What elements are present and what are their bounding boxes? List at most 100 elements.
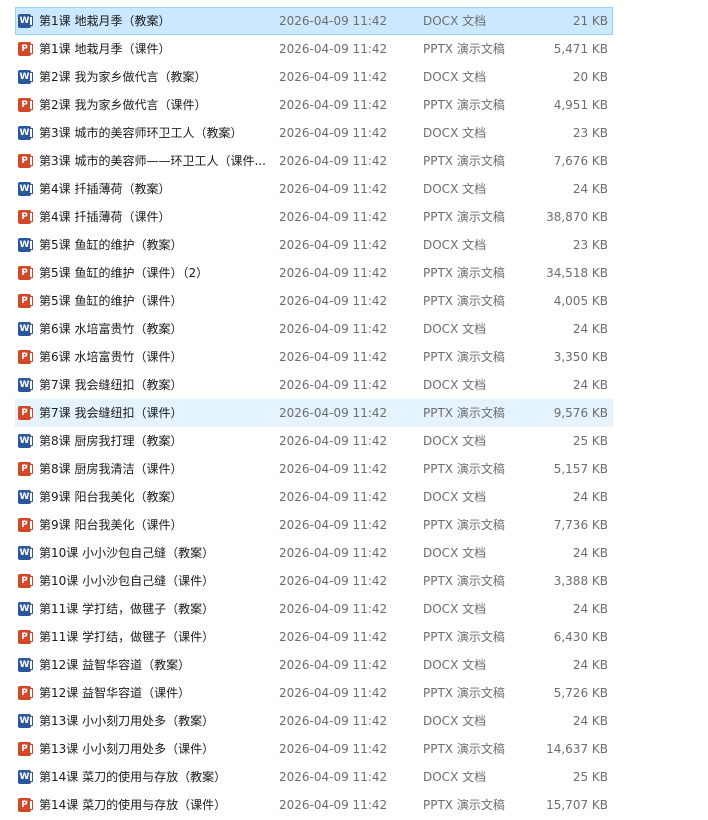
file-type: DOCX 文档	[423, 126, 487, 140]
file-row[interactable]: W 第5课 鱼缸的维护（教案） 2026-04-09 11:42 DOCX 文档…	[15, 231, 613, 259]
file-size: 24 KB	[572, 490, 608, 504]
file-type: DOCX 文档	[423, 770, 487, 784]
file-name: 第11课 学打结，做毽子（课件）	[39, 630, 215, 644]
file-row[interactable]: W 第13课 小小刻刀用处多（教案） 2026-04-09 11:42 DOCX…	[15, 707, 613, 735]
file-name: 第9课 阳台我美化（教案）	[39, 490, 183, 504]
powerpoint-document-icon: P	[18, 462, 33, 476]
file-size: 24 KB	[572, 182, 608, 196]
file-date-modified: 2026-04-09 11:42	[279, 266, 388, 280]
file-row[interactable]: W 第11课 学打结，做毽子（教案） 2026-04-09 11:42 DOCX…	[15, 595, 613, 623]
file-row[interactable]: P 第5课 鱼缸的维护（课件） 2026-04-09 11:42 PPTX 演示…	[15, 287, 613, 315]
file-date-modified: 2026-04-09 11:42	[279, 602, 388, 616]
word-document-icon: W	[18, 14, 33, 28]
file-row[interactable]: W 第14课 菜刀的使用与存放（教案） 2026-04-09 11:42 DOC…	[15, 763, 613, 791]
powerpoint-document-icon: P	[18, 574, 33, 588]
file-size: 14,637 KB	[546, 742, 608, 756]
file-date-modified: 2026-04-09 11:42	[279, 630, 388, 644]
file-name: 第1课 地栽月季（教案）	[39, 14, 171, 28]
file-row[interactable]: W 第9课 阳台我美化（教案） 2026-04-09 11:42 DOCX 文档…	[15, 483, 613, 511]
file-type: PPTX 演示文稿	[423, 686, 505, 700]
file-row[interactable]: W 第8课 厨房我打理（教案） 2026-04-09 11:42 DOCX 文档…	[15, 427, 613, 455]
file-date-modified: 2026-04-09 11:42	[279, 14, 388, 28]
file-row[interactable]: P 第8课 厨房我清洁（课件） 2026-04-09 11:42 PPTX 演示…	[15, 455, 613, 483]
word-document-icon: W	[18, 434, 33, 448]
file-date-modified: 2026-04-09 11:42	[279, 434, 388, 448]
file-name: 第9课 阳台我美化（课件）	[39, 518, 183, 532]
powerpoint-document-icon: P	[18, 210, 33, 224]
word-document-icon: W	[18, 490, 33, 504]
file-row[interactable]: W 第3课 城市的美容师环卫工人（教案） 2026-04-09 11:42 DO…	[15, 119, 613, 147]
file-row[interactable]: P 第11课 学打结，做毽子（课件） 2026-04-09 11:42 PPTX…	[15, 623, 613, 651]
file-row[interactable]: P 第5课 鱼缸的维护（课件）（2） 2026-04-09 11:42 PPTX…	[15, 259, 613, 287]
file-row[interactable]: W 第10课 小小沙包自己缝（教案） 2026-04-09 11:42 DOCX…	[15, 539, 613, 567]
file-name: 第5课 鱼缸的维护（课件）（2）	[39, 266, 209, 280]
file-name: 第6课 水培富贵竹（教案）	[39, 322, 183, 336]
word-document-icon: W	[18, 770, 33, 784]
file-type: DOCX 文档	[423, 714, 487, 728]
file-name: 第13课 小小刻刀用处多（教案）	[39, 714, 215, 728]
file-date-modified: 2026-04-09 11:42	[279, 658, 388, 672]
file-name: 第13课 小小刻刀用处多（课件）	[39, 742, 215, 756]
file-row[interactable]: W 第7课 我会缝纽扣（教案） 2026-04-09 11:42 DOCX 文档…	[15, 371, 613, 399]
file-row[interactable]: P 第6课 水培富贵竹（课件） 2026-04-09 11:42 PPTX 演示…	[15, 343, 613, 371]
file-date-modified: 2026-04-09 11:42	[279, 294, 388, 308]
file-row[interactable]: W 第4课 扦插薄荷（教案） 2026-04-09 11:42 DOCX 文档 …	[15, 175, 613, 203]
file-type: DOCX 文档	[423, 14, 487, 28]
file-type: PPTX 演示文稿	[423, 742, 505, 756]
file-type: PPTX 演示文稿	[423, 574, 505, 588]
word-document-icon: W	[18, 378, 33, 392]
file-type: DOCX 文档	[423, 602, 487, 616]
file-row[interactable]: W 第2课 我为家乡做代言（教案） 2026-04-09 11:42 DOCX …	[15, 63, 613, 91]
file-type: PPTX 演示文稿	[423, 294, 505, 308]
file-row[interactable]: P 第4课 扦插薄荷（课件） 2026-04-09 11:42 PPTX 演示文…	[15, 203, 613, 231]
file-row[interactable]: P 第1课 地栽月季（课件） 2026-04-09 11:42 PPTX 演示文…	[15, 35, 613, 63]
file-type: DOCX 文档	[423, 434, 487, 448]
file-row[interactable]: P 第9课 阳台我美化（课件） 2026-04-09 11:42 PPTX 演示…	[15, 511, 613, 539]
file-name: 第3课 城市的美容师环卫工人（教案）	[39, 126, 243, 140]
file-size: 24 KB	[572, 322, 608, 336]
file-row[interactable]: P 第10课 小小沙包自己缝（课件） 2026-04-09 11:42 PPTX…	[15, 567, 613, 595]
word-document-icon: W	[18, 322, 33, 336]
file-type: PPTX 演示文稿	[423, 154, 505, 168]
powerpoint-document-icon: P	[18, 98, 33, 112]
file-row[interactable]: W 第6课 水培富贵竹（教案） 2026-04-09 11:42 DOCX 文档…	[15, 315, 613, 343]
word-document-icon: W	[18, 70, 33, 84]
file-size: 20 KB	[572, 70, 608, 84]
file-date-modified: 2026-04-09 11:42	[279, 686, 388, 700]
file-name: 第8课 厨房我打理（教案）	[39, 434, 183, 448]
file-date-modified: 2026-04-09 11:42	[279, 210, 388, 224]
file-size: 9,576 KB	[553, 406, 608, 420]
file-size: 5,726 KB	[553, 686, 608, 700]
powerpoint-document-icon: P	[18, 798, 33, 812]
file-size: 3,388 KB	[553, 574, 608, 588]
file-size: 25 KB	[572, 770, 608, 784]
file-row[interactable]: W 第12课 益智华容道（教案） 2026-04-09 11:42 DOCX 文…	[15, 651, 613, 679]
file-row[interactable]: P 第12课 益智华容道（课件） 2026-04-09 11:42 PPTX 演…	[15, 679, 613, 707]
file-date-modified: 2026-04-09 11:42	[279, 714, 388, 728]
file-row[interactable]: P 第13课 小小刻刀用处多（课件） 2026-04-09 11:42 PPTX…	[15, 735, 613, 763]
file-type: DOCX 文档	[423, 658, 487, 672]
file-row[interactable]: W 第1课 地栽月季（教案） 2026-04-09 11:42 DOCX 文档 …	[15, 7, 613, 35]
file-date-modified: 2026-04-09 11:42	[279, 518, 388, 532]
file-row[interactable]: P 第7课 我会缝纽扣（课件） 2026-04-09 11:42 PPTX 演示…	[15, 399, 613, 427]
file-type: DOCX 文档	[423, 490, 487, 504]
file-date-modified: 2026-04-09 11:42	[279, 742, 388, 756]
file-name: 第14课 菜刀的使用与存放（课件）	[39, 798, 227, 812]
file-size: 23 KB	[572, 238, 608, 252]
file-type: DOCX 文档	[423, 182, 487, 196]
file-type: PPTX 演示文稿	[423, 210, 505, 224]
file-type: DOCX 文档	[423, 238, 487, 252]
file-size: 4,005 KB	[553, 294, 608, 308]
file-date-modified: 2026-04-09 11:42	[279, 70, 388, 84]
file-size: 24 KB	[572, 546, 608, 560]
file-name: 第12课 益智华容道（教案）	[39, 658, 191, 672]
powerpoint-document-icon: P	[18, 42, 33, 56]
file-row[interactable]: P 第14课 菜刀的使用与存放（课件） 2026-04-09 11:42 PPT…	[15, 791, 613, 819]
file-type: PPTX 演示文稿	[423, 98, 505, 112]
file-row[interactable]: P 第2课 我为家乡做代言（课件） 2026-04-09 11:42 PPTX …	[15, 91, 613, 119]
file-size: 6,430 KB	[553, 630, 608, 644]
file-size: 24 KB	[572, 714, 608, 728]
powerpoint-document-icon: P	[18, 406, 33, 420]
file-size: 4,951 KB	[553, 98, 608, 112]
file-row[interactable]: P 第3课 城市的美容师——环卫工人（课件... 2026-04-09 11:4…	[15, 147, 613, 175]
